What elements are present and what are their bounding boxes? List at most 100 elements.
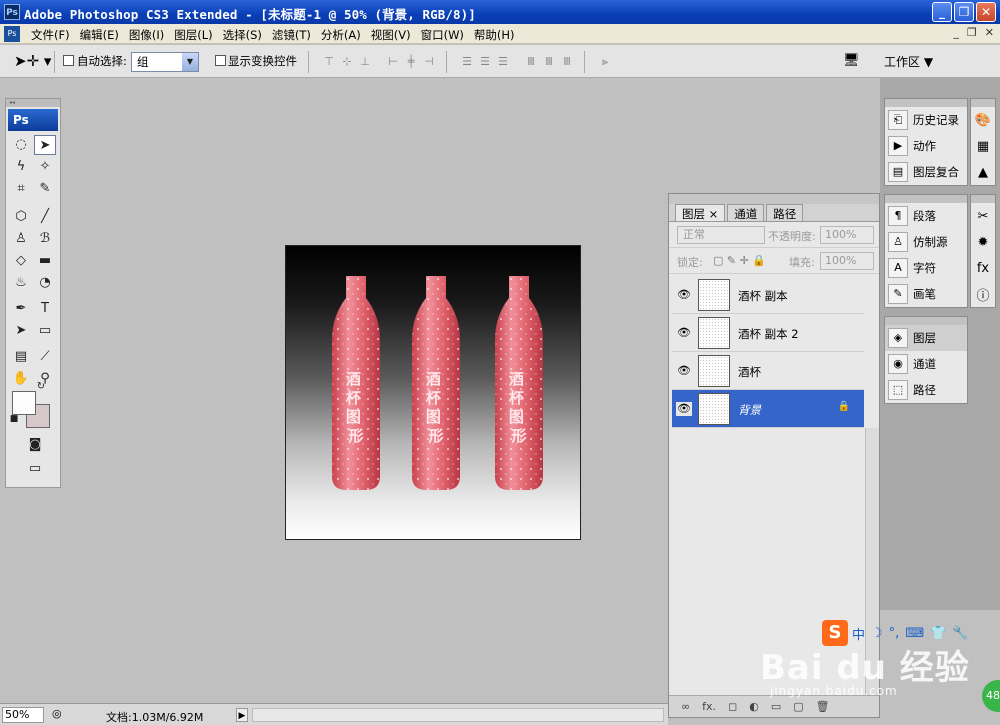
punctuation-icon[interactable]: ☽ bbox=[871, 626, 883, 641]
swatches-icon[interactable]: ▦ bbox=[971, 133, 995, 159]
zoom-level-input[interactable]: 50% bbox=[2, 707, 44, 723]
move-tool-icon[interactable]: ➤✛ ▾ bbox=[14, 52, 51, 70]
crop-tool-icon[interactable]: ⌗ bbox=[10, 179, 32, 199]
skin-icon[interactable]: 👕 bbox=[930, 626, 946, 641]
keyboard-icon[interactable]: ⌨ bbox=[905, 626, 924, 641]
distribute-right-icon[interactable]: Ⅲ bbox=[560, 55, 574, 69]
eye-icon[interactable]: 👁 bbox=[676, 364, 692, 378]
quick-mask-icon[interactable]: ◙ bbox=[24, 435, 46, 455]
dock-item-character[interactable]: A 字符 bbox=[885, 255, 967, 281]
distribute-hcenter-icon[interactable]: Ⅲ bbox=[542, 55, 556, 69]
workspace-icon[interactable]: 🖥 bbox=[843, 53, 865, 69]
eyedropper-tool-icon[interactable]: ⟋ bbox=[34, 347, 56, 367]
new-group-icon[interactable]: ▭ bbox=[771, 700, 781, 713]
opacity-input[interactable]: 100% bbox=[820, 226, 874, 244]
new-layer-icon[interactable]: ▢ bbox=[793, 700, 803, 713]
dots-icon[interactable]: °, bbox=[889, 626, 900, 641]
distribute-left-icon[interactable]: Ⅲ bbox=[524, 55, 538, 69]
eye-icon[interactable]: 👁 bbox=[676, 402, 692, 416]
screen-mode-icon[interactable]: ▭ bbox=[24, 459, 46, 479]
menu-file[interactable]: 文件(F) bbox=[26, 27, 75, 43]
eye-icon[interactable]: 👁 bbox=[676, 288, 692, 302]
dock-item-clone-source[interactable]: ♙ 仿制源 bbox=[885, 229, 967, 255]
shape-tool-icon[interactable]: ▭ bbox=[34, 321, 56, 341]
dock-item-brushes[interactable]: ✎ 画笔 bbox=[885, 281, 967, 307]
navigator-icon[interactable]: 🎨 bbox=[971, 107, 995, 133]
distribute-vcenter-icon[interactable]: ☰ bbox=[478, 55, 492, 69]
notification-badge[interactable]: 48 bbox=[982, 680, 1000, 712]
gradient-tool-icon[interactable]: ▬ bbox=[34, 251, 56, 271]
distribute-bottom-icon[interactable]: ☰ bbox=[496, 55, 510, 69]
foreground-color-swatch[interactable] bbox=[12, 391, 36, 415]
align-top-icon[interactable]: ⊤ bbox=[322, 55, 336, 69]
fill-input[interactable]: 100% bbox=[820, 252, 874, 270]
blend-mode-select[interactable]: 正常 bbox=[677, 226, 765, 244]
menu-image[interactable]: 图像(I) bbox=[124, 27, 169, 43]
eraser-tool-icon[interactable]: ◇ bbox=[10, 251, 32, 271]
close-button[interactable]: ✕ bbox=[976, 2, 996, 22]
horizontal-scrollbar[interactable] bbox=[252, 708, 664, 722]
auto-align-icon[interactable]: ⫸ bbox=[598, 55, 612, 69]
status-icon[interactable]: ◎ bbox=[52, 707, 62, 720]
menu-analysis[interactable]: 分析(A) bbox=[316, 27, 366, 43]
layer-mask-icon[interactable]: ◻ bbox=[728, 700, 737, 713]
tab-paths[interactable]: 路径 bbox=[766, 204, 804, 221]
layer-style-icon[interactable]: fx. bbox=[702, 700, 716, 713]
palette-grip[interactable] bbox=[669, 194, 879, 204]
brush-tool-icon[interactable]: ╱ bbox=[34, 207, 56, 227]
tools-icon[interactable]: 🔧 bbox=[952, 626, 968, 641]
document-canvas[interactable]: 酒 杯 图 形 酒 杯 图 形 酒 杯 图 形 bbox=[285, 245, 581, 540]
histogram-icon[interactable]: ▲ bbox=[971, 159, 995, 185]
auto-select-dropdown[interactable]: 组 ▼ bbox=[131, 52, 199, 72]
blur-tool-icon[interactable]: ♨ bbox=[10, 273, 32, 293]
layer-row[interactable]: 👁 酒杯 bbox=[672, 352, 864, 390]
dock-grip[interactable] bbox=[971, 99, 995, 107]
dock-item-history[interactable]: ⎗ 历史记录 bbox=[885, 107, 967, 133]
dock-grip[interactable] bbox=[885, 317, 967, 325]
align-right-icon[interactable]: ⊣ bbox=[422, 55, 436, 69]
layer-row-selected[interactable]: 👁 背景 🔒 bbox=[672, 390, 864, 428]
history-brush-tool-icon[interactable]: ℬ bbox=[34, 229, 56, 249]
styles-icon[interactable]: fx bbox=[971, 255, 995, 281]
color-icon[interactable]: ✹ bbox=[971, 229, 995, 255]
menu-view[interactable]: 视图(V) bbox=[366, 27, 416, 43]
status-menu-arrow-icon[interactable]: ▶ bbox=[236, 708, 248, 722]
move-tool-icon[interactable]: ➤ bbox=[34, 135, 56, 155]
clone-stamp-tool-icon[interactable]: ♙ bbox=[10, 229, 32, 249]
auto-select-checkbox[interactable] bbox=[63, 55, 74, 66]
distribute-top-icon[interactable]: ☰ bbox=[460, 55, 474, 69]
layer-row[interactable]: 👁 酒杯 副本 bbox=[672, 276, 864, 314]
dock-grip[interactable] bbox=[971, 195, 995, 203]
restore-button[interactable]: ❐ bbox=[954, 2, 974, 22]
minimize-button[interactable]: _ bbox=[932, 2, 952, 22]
toolbox-grip[interactable]: ◂◂ bbox=[6, 99, 60, 107]
tab-layers[interactable]: 图层 × bbox=[675, 204, 726, 221]
dock-grip[interactable] bbox=[885, 195, 967, 203]
tab-channels[interactable]: 通道 bbox=[727, 204, 765, 221]
delete-layer-icon[interactable]: 🗑 bbox=[816, 700, 830, 713]
dock-grip[interactable] bbox=[885, 99, 967, 107]
dock-item-channels[interactable]: ◉ 通道 bbox=[885, 351, 967, 377]
doc-minimize-button[interactable]: _ bbox=[953, 26, 959, 39]
dodge-tool-icon[interactable]: ◔ bbox=[34, 273, 56, 293]
swap-colors-icon[interactable]: ↻ bbox=[34, 381, 48, 393]
marquee-tool-icon[interactable]: ◌ bbox=[10, 135, 32, 155]
slice-tool-icon[interactable]: ✎ bbox=[34, 179, 56, 199]
lasso-tool-icon[interactable]: ϟ bbox=[10, 157, 32, 177]
workspace-button[interactable]: 工作区 ▼ bbox=[884, 53, 933, 70]
dock-item-paragraph[interactable]: ¶ 段落 bbox=[885, 203, 967, 229]
align-bottom-icon[interactable]: ⊥ bbox=[358, 55, 372, 69]
menu-help[interactable]: 帮助(H) bbox=[469, 27, 520, 43]
menu-edit[interactable]: 编辑(E) bbox=[75, 27, 124, 43]
dock-item-actions[interactable]: ▶ 动作 bbox=[885, 133, 967, 159]
menu-select[interactable]: 选择(S) bbox=[218, 27, 267, 43]
menu-window[interactable]: 窗口(W) bbox=[416, 27, 469, 43]
adjustment-layer-icon[interactable]: ◐ bbox=[749, 700, 759, 713]
dock-item-paths[interactable]: ⬚ 路径 bbox=[885, 377, 967, 403]
tool-presets-icon[interactable]: ✂ bbox=[971, 203, 995, 229]
doc-restore-button[interactable]: ❐ bbox=[967, 26, 977, 39]
align-left-icon[interactable]: ⊢ bbox=[386, 55, 400, 69]
show-transform-checkbox[interactable] bbox=[215, 55, 226, 66]
link-layers-icon[interactable]: ∞ bbox=[681, 700, 690, 713]
type-tool-icon[interactable]: T bbox=[34, 299, 56, 319]
